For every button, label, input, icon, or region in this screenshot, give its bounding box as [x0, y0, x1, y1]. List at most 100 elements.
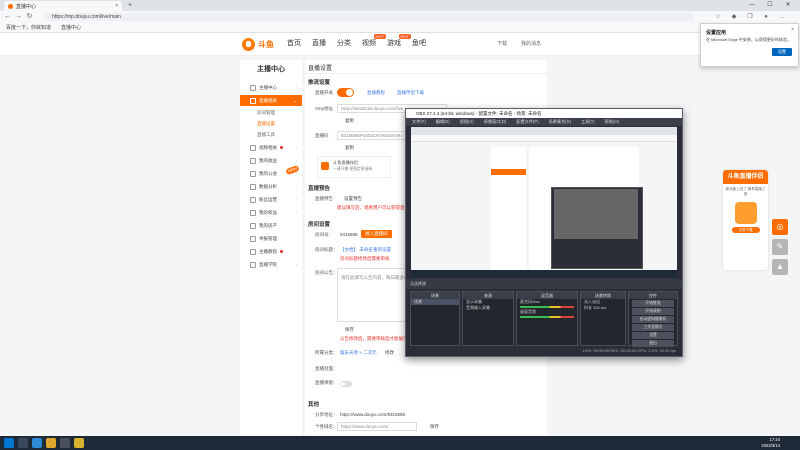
- start-streaming-button[interactable]: 开始推流: [632, 300, 674, 307]
- obs-menu-profile[interactable]: 配置文件(P): [516, 118, 538, 126]
- promo-subtitle: 新功能上线了 畅享直播工具: [725, 187, 766, 196]
- url-field[interactable]: https://mp.douyu.com/live/main: [44, 13, 694, 21]
- transition-duration[interactable]: 时长 300 ms: [581, 305, 625, 311]
- obs-transitions-dock: 场景转换 淡入淡出 时长 300 ms: [580, 291, 626, 346]
- mixer-mic-label: 麦克风/Aux: [520, 299, 541, 304]
- share-url[interactable]: https://www.douyu.com/9315688: [340, 412, 405, 417]
- nav-fishbar[interactable]: 鱼吧: [412, 38, 426, 50]
- virtual-camera-button[interactable]: 启动虚拟摄像机: [632, 316, 674, 323]
- browser-tab[interactable]: 直播中心 ×: [4, 1, 122, 11]
- app-taskbar-icon[interactable]: [74, 438, 84, 448]
- desktop-volume-meter[interactable]: [520, 316, 574, 318]
- popup-toggle[interactable]: [340, 381, 352, 387]
- forward-icon[interactable]: →: [14, 12, 23, 22]
- nav-home[interactable]: 首页: [287, 38, 301, 50]
- start-recording-button[interactable]: 开始录制: [632, 308, 674, 315]
- obs-menu-file[interactable]: 文件(F): [412, 118, 426, 126]
- sidebar-sub-room[interactable]: 房间管理: [240, 107, 302, 118]
- live-tool-card[interactable]: 斗鱼直播伴侣 一键开播·更稳定更清晰: [317, 156, 391, 178]
- sidebar-sub-settings[interactable]: 直播设置: [240, 118, 302, 129]
- promo-download-button[interactable]: 立即下载: [731, 227, 760, 233]
- obs-status-bar: LIVE: 00:00:00 REC: 00:00:00 CPU: 1.5%, …: [406, 347, 682, 355]
- sidebar-item-academy[interactable]: 直播学院 ›: [240, 259, 302, 270]
- feedback-icon[interactable]: ✎: [772, 239, 788, 255]
- sidebar-item-rights[interactable]: 我的权益 ›: [240, 207, 302, 218]
- divider: [305, 73, 547, 74]
- notice-hint: 公告修改后，需要审核后才能展示: [340, 336, 408, 341]
- nav-video[interactable]: 视频 HOT: [362, 34, 386, 50]
- obs-menu-edit[interactable]: 编辑(E): [436, 118, 450, 126]
- room-title-edit-link[interactable]: 重新设置: [373, 247, 391, 253]
- copy-code-button[interactable]: 复制: [345, 145, 354, 151]
- popup-close-icon[interactable]: ×: [791, 27, 794, 33]
- sidebar-item-income[interactable]: 我的收益 ›: [240, 155, 302, 166]
- collections-icon[interactable]: ❐: [746, 13, 754, 21]
- refresh-icon[interactable]: ↻: [25, 12, 34, 22]
- obs-menu-tools[interactable]: 工具(T): [581, 118, 595, 126]
- obs-taskbar-icon[interactable]: [60, 438, 70, 448]
- mic-volume-meter[interactable]: [520, 306, 574, 308]
- sidebar-item-video[interactable]: 视频相关 ›: [240, 142, 302, 153]
- profile-icon[interactable]: ●: [762, 13, 770, 21]
- obs-preview[interactable]: [411, 127, 677, 277]
- preview-value[interactable]: 设置预告: [344, 196, 362, 202]
- sidebar-item-live[interactable]: 直播相关 ⌄: [240, 95, 302, 106]
- sidebar-item-fans[interactable]: 粉丝运营 ›: [240, 194, 302, 205]
- obs-menu-view[interactable]: 视图(V): [460, 118, 474, 126]
- start-icon[interactable]: [4, 438, 14, 448]
- category-edit-button[interactable]: 修改: [385, 350, 394, 356]
- nav-games[interactable]: 游戏 HOT: [387, 34, 411, 50]
- extension-icon[interactable]: ◆: [730, 13, 738, 21]
- source-item-audio[interactable]: 音频输入采集: [463, 305, 513, 311]
- explorer-icon[interactable]: [46, 438, 56, 448]
- popup-toggle-label: 直播弹窗：: [315, 380, 338, 385]
- obs-menu-scenes[interactable]: 场景集合(S): [549, 118, 571, 126]
- settings-button[interactable]: 设置: [632, 332, 674, 339]
- live-switch-toggle[interactable]: [337, 88, 354, 97]
- close-window-button[interactable]: ✕: [780, 0, 796, 11]
- sidebar-item-data[interactable]: 数据分析 ›: [240, 181, 302, 192]
- back-icon[interactable]: ←: [3, 12, 12, 22]
- site-header: 斗鱼 首页 直播 分类 视频 HOT 游戏 HOT 鱼吧 下载 我的消息: [0, 33, 800, 56]
- enter-room-button[interactable]: 进入直播间: [361, 230, 392, 238]
- more-icon[interactable]: …: [778, 13, 786, 21]
- popup-install-button[interactable]: 设置: [772, 48, 792, 56]
- scene-item[interactable]: 场景: [411, 299, 459, 305]
- favorite-live-center[interactable]: 直播中心: [61, 24, 81, 31]
- save-notice-button[interactable]: 保存: [345, 327, 354, 333]
- star-icon[interactable]: ☆: [714, 13, 722, 21]
- rights-icon: [250, 209, 256, 216]
- copy-rtmp-button[interactable]: 复制: [345, 118, 354, 124]
- category-value[interactable]: 娱乐天地 > 二次元: [340, 350, 377, 356]
- promo-card[interactable]: 斗鱼直播伴侣 新功能上线了 畅享直播工具 立即下载: [723, 170, 768, 270]
- nav-live[interactable]: 直播: [312, 38, 326, 50]
- domain-field[interactable]: https://www.douyu.com/: [337, 422, 417, 431]
- top-icon[interactable]: ▲: [772, 259, 788, 275]
- douyu-logo[interactable]: 斗鱼: [242, 37, 274, 51]
- maximize-button[interactable]: ☐: [762, 0, 778, 11]
- live-tool-download-link[interactable]: 直播伴侣下载: [397, 90, 424, 96]
- live-tutorial-link[interactable]: 直播教程: [367, 90, 385, 96]
- sidebar-item-tutorial[interactable]: 主播教程: [240, 246, 302, 257]
- exit-button[interactable]: 退出: [632, 340, 674, 347]
- minimize-button[interactable]: —: [744, 0, 760, 11]
- sidebar-item-property[interactable]: 我的房产: [240, 220, 302, 231]
- room-notice-label: 房间公告：: [315, 270, 338, 275]
- system-clock[interactable]: 17:44 2022/3/14: [761, 437, 780, 449]
- obs-menu-docks[interactable]: 停靠窗口(D): [484, 118, 507, 126]
- favorite-baidu[interactable]: 百度一下，你就知道: [6, 24, 51, 31]
- search-icon[interactable]: [18, 438, 28, 448]
- sidebar-item-anchor-center[interactable]: 主播中心 ›: [240, 82, 302, 93]
- sidebar-item-report[interactable]: 举报管理: [240, 233, 302, 244]
- user-menu[interactable]: 我的消息: [521, 39, 541, 49]
- tab-close-icon[interactable]: ×: [115, 3, 118, 9]
- download-link[interactable]: 下载: [497, 39, 507, 49]
- sidebar-sub-tools[interactable]: 直播工具: [240, 129, 302, 140]
- studio-mode-button[interactable]: 工作室模式: [632, 324, 674, 331]
- edge-icon[interactable]: [32, 438, 42, 448]
- nav-category[interactable]: 分类: [337, 38, 351, 50]
- service-icon[interactable]: ◎: [772, 219, 788, 235]
- domain-save-button[interactable]: 保存: [430, 424, 439, 430]
- new-tab-button[interactable]: +: [126, 1, 134, 10]
- obs-menu-help[interactable]: 帮助(H): [605, 118, 619, 126]
